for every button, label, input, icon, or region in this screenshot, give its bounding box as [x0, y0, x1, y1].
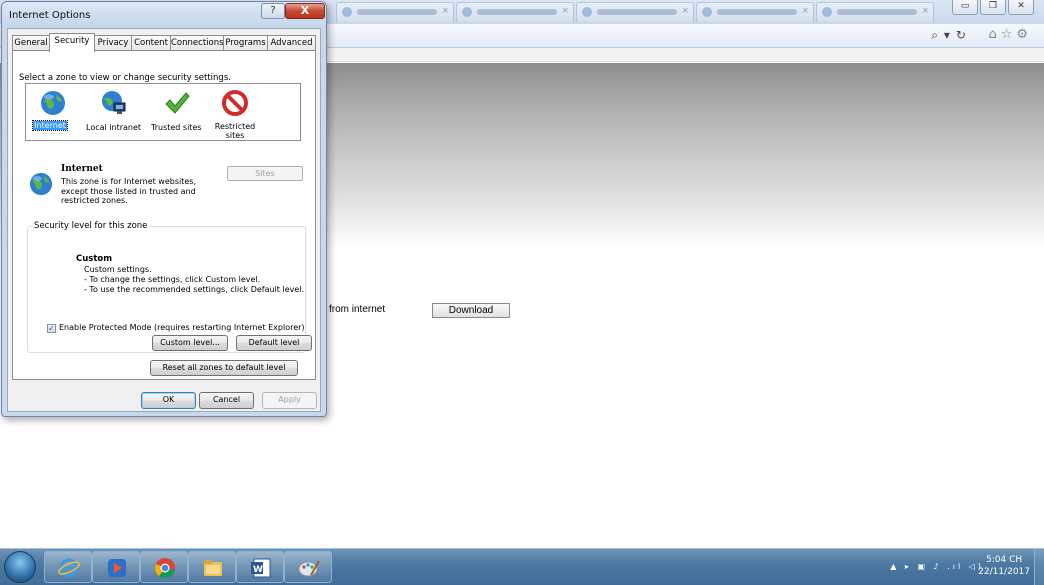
help-button[interactable]: ?: [261, 3, 285, 19]
tab-close-icon[interactable]: ×: [441, 6, 449, 16]
cancel-button[interactable]: Cancel: [199, 392, 254, 409]
protected-mode-checkbox[interactable]: ✓: [47, 324, 56, 333]
sites-button[interactable]: Sites: [227, 166, 303, 181]
tab-programs[interactable]: Programs: [223, 35, 268, 51]
custom-level-button[interactable]: Custom level...: [152, 335, 228, 351]
zone-trusted-sites-label: Trusted sites: [151, 123, 202, 132]
restore-icon[interactable]: ❐: [980, 0, 1006, 15]
zone-info-name: Internet: [61, 164, 103, 174]
taskbar-word[interactable]: W: [236, 551, 284, 583]
internet-explorer-icon: [58, 558, 80, 578]
browser-tab[interactable]: ×: [456, 2, 574, 22]
browser-tab[interactable]: ×: [696, 2, 814, 22]
home-favorites-settings-icon[interactable]: ⌂☆⚙: [988, 27, 1032, 42]
zone-local-intranet[interactable]: Local intranet: [84, 84, 146, 140]
restricted-icon: [222, 90, 248, 116]
zone-info-description: This zone is for Internet websites, exce…: [61, 177, 197, 205]
dialog-title: Internet Options: [9, 10, 91, 21]
word-icon: W: [251, 558, 271, 578]
paint-icon: [298, 560, 320, 577]
tab-close-icon[interactable]: ×: [681, 6, 689, 16]
taskbar: W ▲ ▸ ▣ ♪ .ıl ◁) 5:04 CH 22/11/2017: [0, 548, 1044, 585]
system-tray-icons[interactable]: ▲ ▸ ▣ ♪ .ıl ◁): [890, 562, 984, 571]
globe-icon: [41, 91, 65, 115]
intranet-icon: [102, 91, 126, 114]
zone-local-intranet-label: Local intranet: [86, 123, 142, 132]
security-level-title: Custom: [76, 254, 113, 264]
zone-selector: Internet Local intranet Trusted sites Re…: [25, 83, 301, 141]
zone-prompt: Select a zone to view or change security…: [19, 73, 231, 83]
clock-time: 5:04 CH: [986, 555, 1023, 565]
security-level-line: Custom settings.: [84, 265, 152, 274]
internet-options-dialog: Internet Options ? X General Security Pr…: [1, 1, 327, 417]
zone-internet[interactable]: Internet: [26, 84, 81, 140]
tab-general[interactable]: General: [12, 35, 50, 51]
tab-favicon-icon: [342, 7, 352, 17]
media-player-icon: [108, 559, 126, 577]
tab-favicon-icon: [702, 7, 712, 17]
default-level-button[interactable]: Default level: [236, 335, 312, 351]
download-button[interactable]: Download: [432, 303, 510, 318]
reset-all-zones-button[interactable]: Reset all zones to default level: [150, 360, 298, 376]
svg-text:W: W: [253, 565, 263, 575]
browser-tab[interactable]: ×: [816, 2, 934, 22]
tab-content[interactable]: Content: [131, 35, 171, 51]
security-level-group: Security level for this zone Custom Cust…: [27, 221, 312, 353]
tab-connections[interactable]: Connections: [170, 35, 224, 51]
globe-icon: [29, 172, 53, 196]
taskbar-paint[interactable]: [284, 551, 332, 583]
close-button[interactable]: X: [285, 3, 325, 19]
tab-favicon-icon: [822, 7, 832, 17]
tab-close-icon[interactable]: ×: [801, 6, 809, 16]
browser-tab[interactable]: ×: [576, 2, 694, 22]
taskbar-media-player[interactable]: [92, 551, 140, 583]
taskbar-chrome[interactable]: [140, 551, 188, 583]
checkmark-icon: [165, 92, 190, 114]
zone-internet-label: Internet: [32, 120, 68, 131]
search-refresh-icon[interactable]: ⌕▾↻: [931, 28, 972, 43]
ok-button[interactable]: OK: [141, 392, 196, 409]
zone-restricted-sites[interactable]: Restricted sites: [211, 84, 259, 140]
browser-tab[interactable]: ×: [336, 2, 454, 22]
zone-restricted-sites-label: Restricted sites: [214, 122, 256, 140]
tab-advanced[interactable]: Advanced: [267, 35, 316, 51]
window-controls: ▭ ❐ ✕: [952, 0, 1034, 15]
security-level-line: - To use the recommended settings, click…: [84, 285, 305, 294]
apply-button[interactable]: Apply: [262, 392, 317, 409]
taskbar-internet-explorer[interactable]: [44, 551, 92, 583]
close-window-icon[interactable]: ✕: [1008, 0, 1034, 15]
dialog-body: General Security Privacy Content Connect…: [7, 28, 321, 412]
file-explorer-icon: [204, 560, 222, 576]
security-level-line: - To change the settings, click Custom l…: [84, 275, 261, 284]
tab-favicon-icon: [462, 7, 472, 17]
show-desktop-button[interactable]: [1034, 549, 1044, 585]
tab-close-icon[interactable]: ×: [921, 6, 929, 16]
clock[interactable]: 5:04 CH 22/11/2017: [978, 554, 1030, 578]
taskbar-file-explorer[interactable]: [188, 551, 236, 583]
clock-date: 22/11/2017: [978, 567, 1030, 577]
chrome-icon: [155, 558, 175, 578]
tab-security[interactable]: Security: [49, 33, 95, 52]
protected-mode-label[interactable]: Enable Protected Mode (requires restarti…: [59, 323, 305, 332]
security-tab-panel: Select a zone to view or change security…: [12, 50, 316, 380]
download-row-label: from internet: [329, 304, 386, 315]
dialog-titlebar[interactable]: Internet Options ? X: [2, 2, 326, 28]
tab-privacy[interactable]: Privacy: [94, 35, 132, 51]
tab-favicon-icon: [582, 7, 592, 17]
tab-close-icon[interactable]: ×: [561, 6, 569, 16]
zone-trusted-sites[interactable]: Trusted sites: [148, 84, 206, 140]
security-level-legend: Security level for this zone: [32, 221, 150, 231]
minimize-icon[interactable]: ▭: [952, 0, 978, 15]
start-button[interactable]: [4, 551, 36, 583]
